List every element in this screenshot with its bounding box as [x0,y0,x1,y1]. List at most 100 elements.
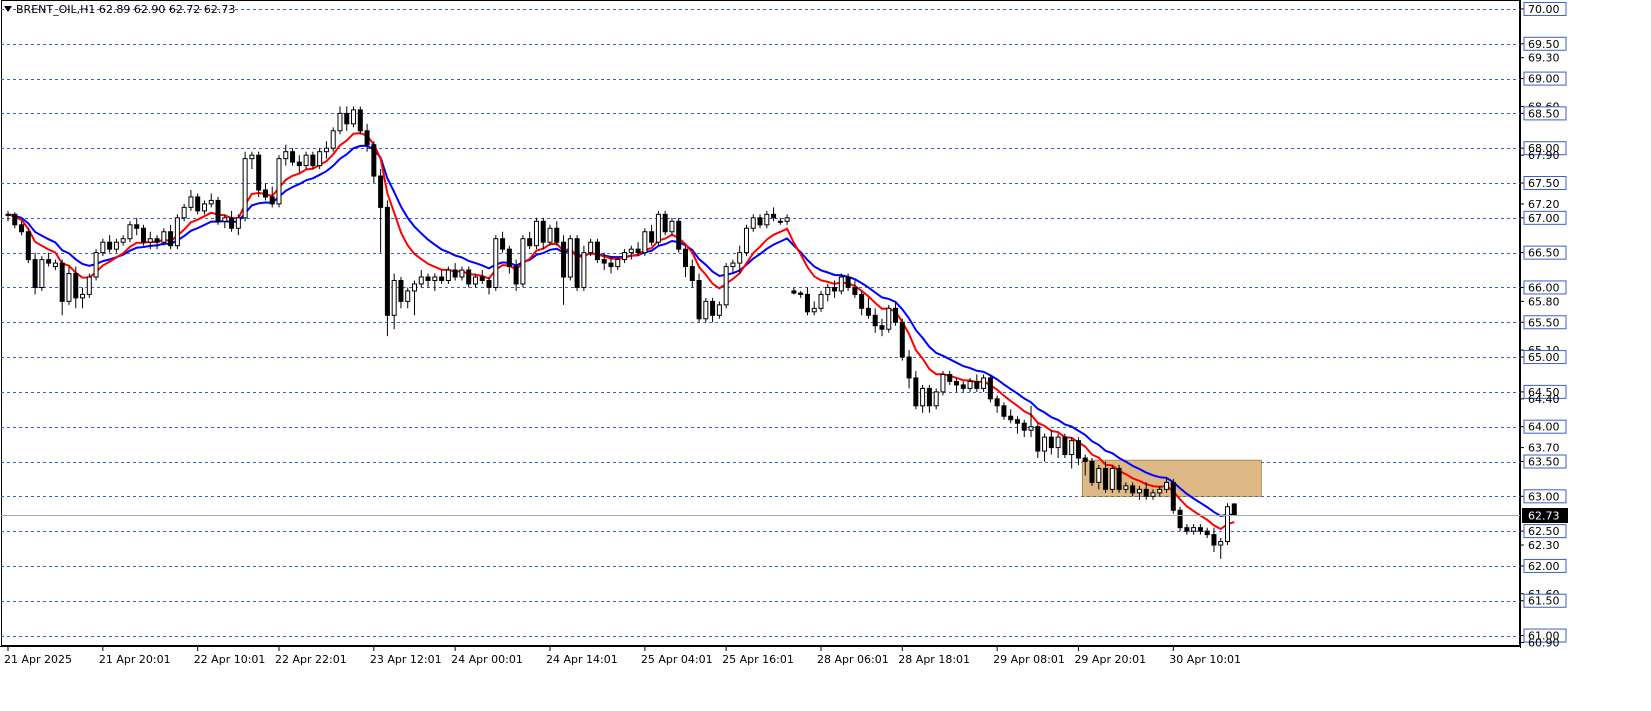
price-tick-label: 67.20 [1528,198,1560,211]
candle [1008,415,1014,421]
candle [1069,440,1075,456]
candle [1028,426,1034,431]
candle [1191,527,1197,532]
candle [1136,488,1142,494]
candle [52,262,58,268]
candle [249,154,255,160]
candle [520,238,526,285]
candle [960,384,966,389]
candle [561,241,567,278]
candle [32,259,38,288]
candle [635,248,641,254]
candle [317,151,323,167]
candle [832,286,838,292]
candle [825,286,831,295]
candle [676,220,682,250]
candle [1021,422,1027,431]
candle [141,227,146,243]
candle [513,266,519,285]
candle [86,276,92,295]
candle [378,175,384,208]
candle [215,199,221,222]
time-tick-label: 21 Apr 2025 [4,653,72,666]
candle [771,213,777,219]
candle [987,377,993,400]
price-tick-label: 62.30 [1528,539,1560,552]
candle [486,279,492,288]
chart-canvas[interactable]: 70.0069.5069.3069.0068.6068.5068.0067.90… [0,0,1651,707]
candle [66,273,72,302]
candle [1211,534,1217,546]
candle [954,380,959,386]
candle [1109,467,1115,490]
candle [46,259,52,264]
candle [1177,509,1183,529]
candle [994,398,1000,407]
candle [459,269,465,278]
candle [364,130,370,146]
candle [655,213,661,243]
dropdown-triangle-icon[interactable] [4,6,12,12]
candle [852,286,858,295]
price-tick-label: 60.90 [1528,637,1560,650]
candle [303,154,309,167]
candle [412,283,417,292]
candle [649,231,655,243]
time-tick-label: 30 Apr 10:01 [1169,653,1241,666]
symbol-info: BRENT_OIL,H1 62.89 62.90 62.72 62.73 [4,3,235,16]
candle [669,220,675,233]
candle [134,224,140,229]
candle [276,158,282,205]
candle [1014,419,1020,424]
candle [357,109,363,132]
candle [229,217,235,229]
time-tick-label: 24 Apr 00:01 [451,653,523,666]
candle [947,373,953,382]
candle [351,109,357,125]
candle [269,196,275,205]
candle [25,231,31,261]
candle [93,252,99,278]
candle [588,241,594,254]
price-tick-label: 64.00 [1528,421,1560,434]
candle [1157,488,1163,494]
candle [1150,492,1156,497]
candle [859,293,865,309]
candle [188,196,194,208]
candle [1075,440,1081,459]
candle [777,220,783,223]
candle [127,224,133,240]
candle [818,293,824,309]
candle [161,231,167,243]
candle [1096,467,1102,483]
candle [113,241,119,250]
candle [574,238,580,288]
candle [1103,467,1109,490]
candle [418,276,424,285]
candle [425,276,431,281]
candle [628,248,634,254]
price-tick-label: 69.30 [1528,52,1560,65]
candle [899,321,905,358]
candle [337,112,343,132]
moving-average-fast [7,132,1235,531]
candle [384,206,390,316]
price-chart[interactable]: 70.0069.5069.3069.0068.6068.5068.0067.90… [0,0,1651,707]
candle [804,293,810,313]
candle [73,273,79,299]
candle [1001,405,1007,417]
price-tick-label: 66.50 [1528,247,1560,260]
candle [120,238,126,243]
candle [310,154,316,167]
candle [594,241,600,261]
price-tick-label: 66.00 [1528,281,1560,294]
price-tick-label: 62.50 [1528,525,1560,538]
candle [872,314,878,327]
time-tick-label: 24 Apr 14:01 [546,653,618,666]
candle [452,269,458,278]
candle [154,238,160,243]
candle [479,276,485,281]
symbol-line: BRENT_OIL,H1 62.89 62.90 62.72 62.73 [16,3,236,16]
candle [757,217,763,226]
candle [533,220,539,247]
